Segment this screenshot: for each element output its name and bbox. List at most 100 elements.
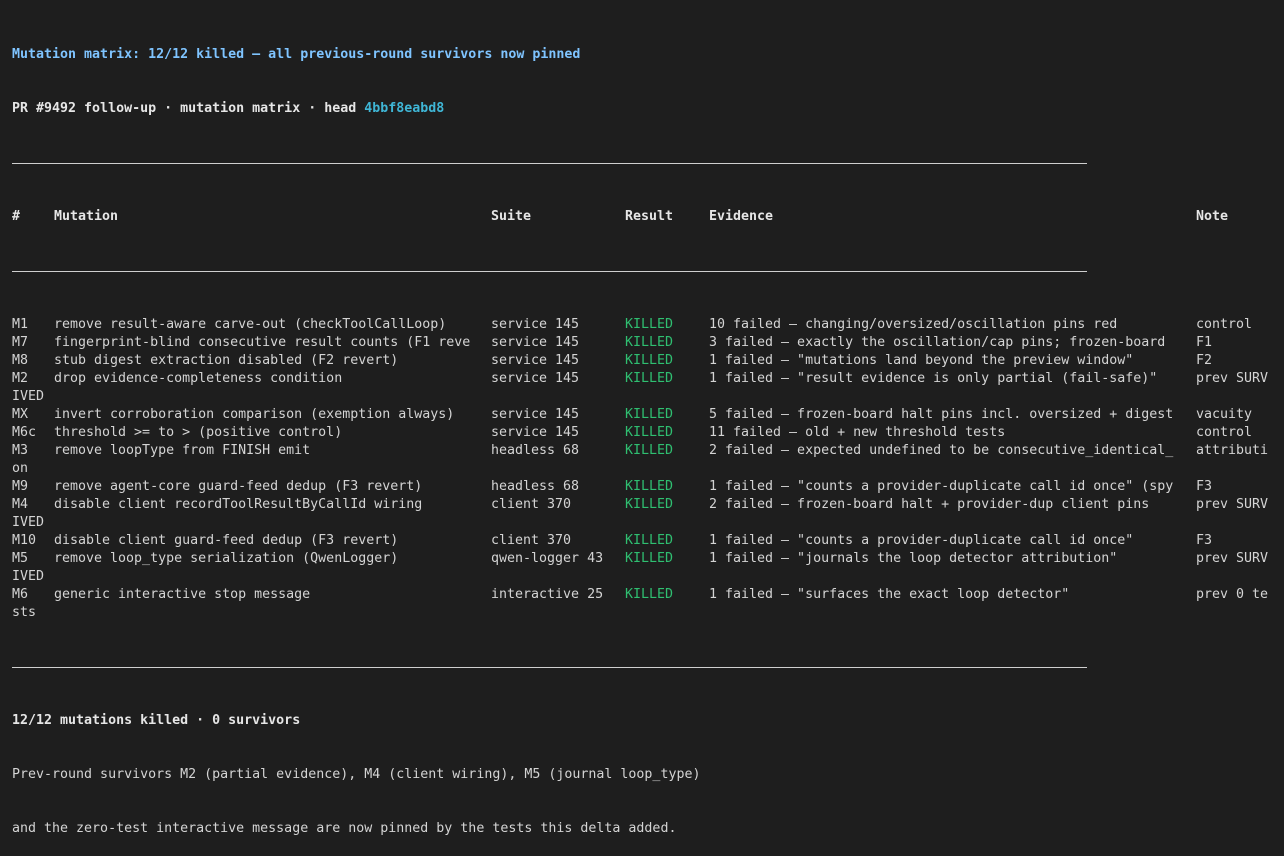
subtitle-text: PR #9492 follow-up · mutation matrix · h…: [12, 101, 365, 116]
row-evidence: 1 failed — "result evidence is only part…: [709, 371, 1158, 386]
row-id: M1: [12, 317, 29, 332]
table-row: MX invert corroboration comparison (exemp…: [12, 406, 1284, 424]
row-mutation: remove loop_type serialization (QwenLogg…: [54, 551, 399, 566]
divider-header: [12, 262, 1284, 280]
row-note: vacuity: [1196, 407, 1253, 422]
table-row: M8 stub digest extraction disabled (F2 re…: [12, 352, 1284, 370]
table-row: M1 remove result-aware carve-out (checkTo…: [12, 316, 1284, 334]
row-result: KILLED: [625, 497, 674, 512]
row-note-wrap: sts: [12, 605, 37, 620]
row-id: MX: [12, 407, 29, 422]
table-row: M4 disable client recordToolResultByCallI…: [12, 496, 1284, 514]
row-evidence: 11 failed — old + new threshold tests: [709, 425, 1006, 440]
row-note: F1: [1196, 335, 1213, 350]
row-mutation: remove agent-core guard-feed dedup (F3 r…: [54, 479, 423, 494]
row-result: KILLED: [625, 371, 674, 386]
row-evidence: 1 failed — "journals the loop detector a…: [709, 551, 1118, 566]
page-title: Mutation matrix: 12/12 killed — all prev…: [12, 47, 581, 62]
row-note: attributi: [1196, 443, 1269, 458]
row-mutation: remove loopType from FINISH emit: [54, 443, 311, 458]
row-id: M9: [12, 479, 29, 494]
row-result: KILLED: [625, 443, 674, 458]
row-suite: qwen-logger 43: [491, 551, 604, 566]
row-suite: service 145: [491, 425, 580, 440]
row-mutation: threshold >= to > (positive control): [54, 425, 343, 440]
row-note: prev SURV: [1196, 551, 1269, 566]
row-evidence: 10 failed — changing/oversized/oscillati…: [709, 317, 1118, 332]
row-mutation: drop evidence-completeness condition: [54, 371, 343, 386]
row-result: KILLED: [625, 353, 674, 368]
row-mutation: invert corroboration comparison (exempti…: [54, 407, 455, 422]
row-note-wrap: IVED: [12, 389, 45, 404]
row-evidence: 2 failed — expected undefined to be cons…: [709, 443, 1174, 458]
row-mutation: stub digest extraction disabled (F2 reve…: [54, 353, 399, 368]
row-id: M5: [12, 551, 29, 566]
row-note: prev SURV: [1196, 371, 1269, 386]
row-suite: service 145: [491, 353, 580, 368]
col-header-evidence: Evidence: [709, 209, 774, 224]
col-header-result: Result: [625, 209, 674, 224]
row-result: KILLED: [625, 407, 674, 422]
row-evidence: 1 failed — "counts a provider-duplicate …: [709, 533, 1134, 548]
row-id: M4: [12, 497, 29, 512]
row-suite: client 370: [491, 533, 572, 548]
summary-line-1: Prev-round survivors M2 (partial evidenc…: [12, 767, 701, 782]
divider-top: [12, 154, 1284, 172]
row-mutation: disable client guard-feed dedup (F3 reve…: [54, 533, 399, 548]
row-note: F3: [1196, 479, 1213, 494]
row-result: KILLED: [625, 425, 674, 440]
row-evidence: 1 failed — "mutations land beyond the pr…: [709, 353, 1134, 368]
row-suite: headless 68: [491, 479, 580, 494]
row-result: KILLED: [625, 551, 674, 566]
row-suite: headless 68: [491, 443, 580, 458]
row-id: M2: [12, 371, 29, 386]
row-evidence: 2 failed — frozen-board halt + provider-…: [709, 497, 1150, 512]
row-evidence: 5 failed — frozen-board halt pins incl. …: [709, 407, 1174, 422]
table-row: M5 remove loop_type serialization (QwenLo…: [12, 550, 1284, 568]
table-row: M9 remove agent-core guard-feed dedup (F3…: [12, 478, 1284, 496]
row-note: control: [1196, 425, 1253, 440]
table-row: M2 drop evidence-completeness condition se…: [12, 370, 1284, 388]
row-id: M10: [12, 533, 37, 548]
row-note-wrap: IVED: [12, 569, 45, 584]
summary-line-2: and the zero-test interactive message ar…: [12, 821, 677, 836]
row-result: KILLED: [625, 587, 674, 602]
row-suite: interactive 25: [491, 587, 604, 602]
row-result: KILLED: [625, 533, 674, 548]
row-suite: service 145: [491, 335, 580, 350]
row-result: KILLED: [625, 335, 674, 350]
row-suite: service 145: [491, 407, 580, 422]
commit-hash: 4bbf8eabd8: [364, 101, 445, 116]
divider-bottom: [12, 658, 1284, 676]
subtitle: PR #9492 follow-up · mutation matrix · h…: [12, 100, 1284, 118]
table-row: M7 fingerprint-blind consecutive result c…: [12, 334, 1284, 352]
row-note: control: [1196, 317, 1253, 332]
row-evidence: 3 failed — exactly the oscillation/cap p…: [709, 335, 1166, 350]
summary-title: 12/12 mutations killed · 0 survivors: [12, 713, 301, 728]
row-note: prev 0 te: [1196, 587, 1269, 602]
row-suite: client 370: [491, 497, 572, 512]
row-id: M6c: [12, 425, 37, 440]
row-suite: service 145: [491, 317, 580, 332]
mutation-table-body: M1 remove result-aware carve-out (checkTo…: [12, 316, 1284, 622]
row-mutation: fingerprint-blind consecutive result cou…: [54, 335, 471, 350]
row-mutation: disable client recordToolResultByCallId …: [54, 497, 423, 512]
row-note-wrap: IVED: [12, 515, 45, 530]
row-id: M6: [12, 587, 29, 602]
row-note: F2: [1196, 353, 1213, 368]
row-id: M8: [12, 353, 29, 368]
col-header-id: #: [12, 209, 21, 224]
row-note: F3: [1196, 533, 1213, 548]
row-suite: service 145: [491, 371, 580, 386]
row-note: prev SURV: [1196, 497, 1269, 512]
row-evidence: 1 failed — "counts a provider-duplicate …: [709, 479, 1174, 494]
col-header-suite: Suite: [491, 209, 532, 224]
table-row: M6 generic interactive stop message intera…: [12, 586, 1284, 604]
col-header-mutation: Mutation: [54, 209, 119, 224]
table-row: M6c threshold >= to > (positive control) s…: [12, 424, 1284, 442]
terminal-output: Mutation matrix: 12/12 killed — all prev…: [0, 0, 1284, 856]
row-result: KILLED: [625, 317, 674, 332]
row-id: M7: [12, 335, 29, 350]
row-note-wrap: on: [12, 461, 29, 476]
row-id: M3: [12, 443, 29, 458]
